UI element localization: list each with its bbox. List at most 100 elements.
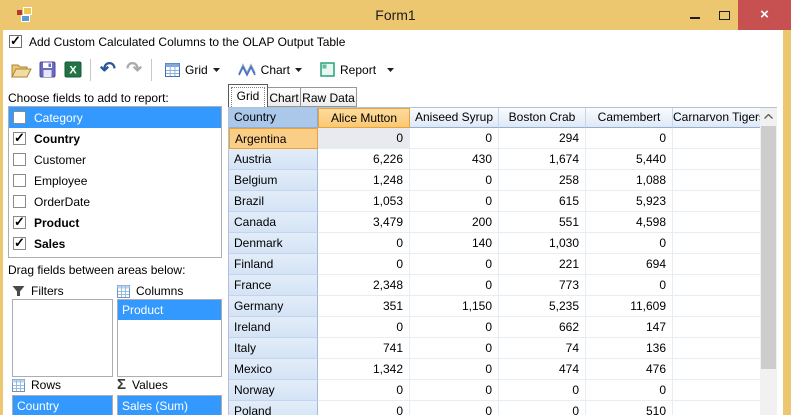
pivot-cell[interactable]: 5,235 <box>499 296 586 317</box>
row-header[interactable]: Argentina <box>229 128 318 149</box>
pivot-cell[interactable] <box>673 359 761 380</box>
field-checkbox-product[interactable] <box>13 214 26 230</box>
pivot-cell[interactable]: 0 <box>318 128 410 149</box>
pivot-cell[interactable]: 221 <box>499 254 586 275</box>
pivot-cell[interactable]: 6,226 <box>318 149 410 170</box>
row-header[interactable]: Ireland <box>229 317 318 338</box>
minimize-button[interactable] <box>680 0 710 30</box>
calc-columns-checkbox[interactable] <box>9 33 22 49</box>
pivot-cell[interactable] <box>673 338 761 359</box>
pivot-cell[interactable]: 1,674 <box>499 149 586 170</box>
pivot-cell[interactable]: 3,479 <box>318 212 410 233</box>
pivot-cell[interactable]: 0 <box>318 401 410 415</box>
pivot-cell[interactable]: 11,609 <box>586 296 673 317</box>
pivot-cell[interactable] <box>673 170 761 191</box>
pivot-cell[interactable]: 0 <box>410 401 499 415</box>
row-header[interactable]: Finland <box>229 254 318 275</box>
column-header-camembert[interactable]: Camembert <box>586 108 673 128</box>
pivot-cell[interactable] <box>673 149 761 170</box>
pivot-cell[interactable] <box>673 254 761 275</box>
report-menu-button[interactable]: Report <box>311 57 403 83</box>
pivot-cell[interactable]: 0 <box>410 317 499 338</box>
pivot-cell[interactable]: 140 <box>410 233 499 254</box>
tab-raw-data[interactable]: Raw Data <box>300 87 357 107</box>
pivot-cell[interactable]: 0 <box>318 233 410 254</box>
pivot-cell[interactable]: 1,248 <box>318 170 410 191</box>
pivot-cell[interactable]: 0 <box>410 128 499 149</box>
close-button[interactable]: × <box>738 0 791 30</box>
pivot-cell[interactable]: 0 <box>410 170 499 191</box>
column-header-country[interactable]: Country <box>229 108 318 128</box>
row-header[interactable]: Germany <box>229 296 318 317</box>
pivot-cell[interactable]: 0 <box>410 254 499 275</box>
pivot-cell[interactable]: 2,348 <box>318 275 410 296</box>
field-checkbox-employee[interactable] <box>13 174 26 187</box>
pivot-cell[interactable]: 258 <box>499 170 586 191</box>
values-field-sales[interactable]: Sales (Sum) <box>118 396 221 415</box>
export-excel-button[interactable]: X <box>60 57 86 83</box>
rows-drop-area[interactable]: Country <box>12 395 113 415</box>
rows-field-country[interactable]: Country <box>13 396 112 415</box>
pivot-cell[interactable]: 136 <box>586 338 673 359</box>
pivot-cell[interactable]: 474 <box>499 359 586 380</box>
row-header[interactable]: France <box>229 275 318 296</box>
field-item-employee[interactable]: Employee <box>9 170 221 191</box>
column-header-carnarvon[interactable]: Carnarvon Tigers <box>673 108 761 128</box>
field-checkbox-category[interactable] <box>13 111 26 124</box>
save-button[interactable] <box>34 57 60 83</box>
vertical-scrollbar[interactable] <box>760 108 777 415</box>
tab-chart[interactable]: Chart <box>267 87 301 107</box>
undo-button[interactable]: ↶ <box>95 57 121 83</box>
pivot-cell[interactable]: 294 <box>499 128 586 149</box>
field-item-country[interactable]: Country <box>9 128 221 149</box>
pivot-cell[interactable] <box>673 212 761 233</box>
pivot-cell[interactable] <box>673 401 761 415</box>
chart-menu-button[interactable]: Chart <box>229 57 311 83</box>
pivot-cell[interactable]: 476 <box>586 359 673 380</box>
field-item-sales[interactable]: Sales <box>9 233 221 254</box>
pivot-cell[interactable] <box>673 275 761 296</box>
pivot-cell[interactable] <box>673 233 761 254</box>
pivot-cell[interactable]: 510 <box>586 401 673 415</box>
redo-button[interactable]: ↷ <box>121 57 147 83</box>
pivot-cell[interactable]: 5,440 <box>586 149 673 170</box>
tab-grid[interactable]: Grid <box>228 84 268 107</box>
pivot-cell[interactable] <box>673 380 761 401</box>
field-checkbox-customer[interactable] <box>13 153 26 166</box>
pivot-cell[interactable] <box>673 128 761 149</box>
pivot-cell[interactable]: 0 <box>410 191 499 212</box>
pivot-cell[interactable]: 0 <box>586 380 673 401</box>
row-header[interactable]: Italy <box>229 338 318 359</box>
pivot-cell[interactable]: 0 <box>318 380 410 401</box>
maximize-button[interactable] <box>710 0 738 30</box>
pivot-cell[interactable]: 0 <box>586 233 673 254</box>
pivot-cell[interactable]: 74 <box>499 338 586 359</box>
pivot-cell[interactable]: 662 <box>499 317 586 338</box>
pivot-cell[interactable]: 1,150 <box>410 296 499 317</box>
field-checkbox-country[interactable] <box>13 130 26 146</box>
row-header[interactable]: Denmark <box>229 233 318 254</box>
pivot-cell[interactable]: 0 <box>410 338 499 359</box>
pivot-cell[interactable]: 0 <box>410 359 499 380</box>
pivot-cell[interactable]: 773 <box>499 275 586 296</box>
pivot-cell[interactable]: 1,088 <box>586 170 673 191</box>
pivot-cell[interactable]: 147 <box>586 317 673 338</box>
column-header-aniseed-syrup[interactable]: Aniseed Syrup <box>410 108 499 128</box>
pivot-cell[interactable]: 430 <box>410 149 499 170</box>
pivot-cell[interactable]: 351 <box>318 296 410 317</box>
field-checkbox-sales[interactable] <box>13 235 26 251</box>
row-header[interactable]: Poland <box>229 401 318 415</box>
scroll-up-button[interactable] <box>760 108 777 125</box>
pivot-cell[interactable]: 0 <box>318 254 410 275</box>
column-header-boston-crab[interactable]: Boston Crab <box>499 108 586 128</box>
pivot-cell[interactable]: 0 <box>586 275 673 296</box>
row-header[interactable]: Canada <box>229 212 318 233</box>
pivot-cell[interactable]: 0 <box>586 128 673 149</box>
pivot-cell[interactable]: 0 <box>499 401 586 415</box>
pivot-cell[interactable]: 200 <box>410 212 499 233</box>
pivot-cell[interactable]: 694 <box>586 254 673 275</box>
pivot-cell[interactable]: 0 <box>318 317 410 338</box>
pivot-cell[interactable]: 0 <box>410 275 499 296</box>
pivot-cell[interactable]: 0 <box>499 380 586 401</box>
pivot-cell[interactable]: 1,053 <box>318 191 410 212</box>
